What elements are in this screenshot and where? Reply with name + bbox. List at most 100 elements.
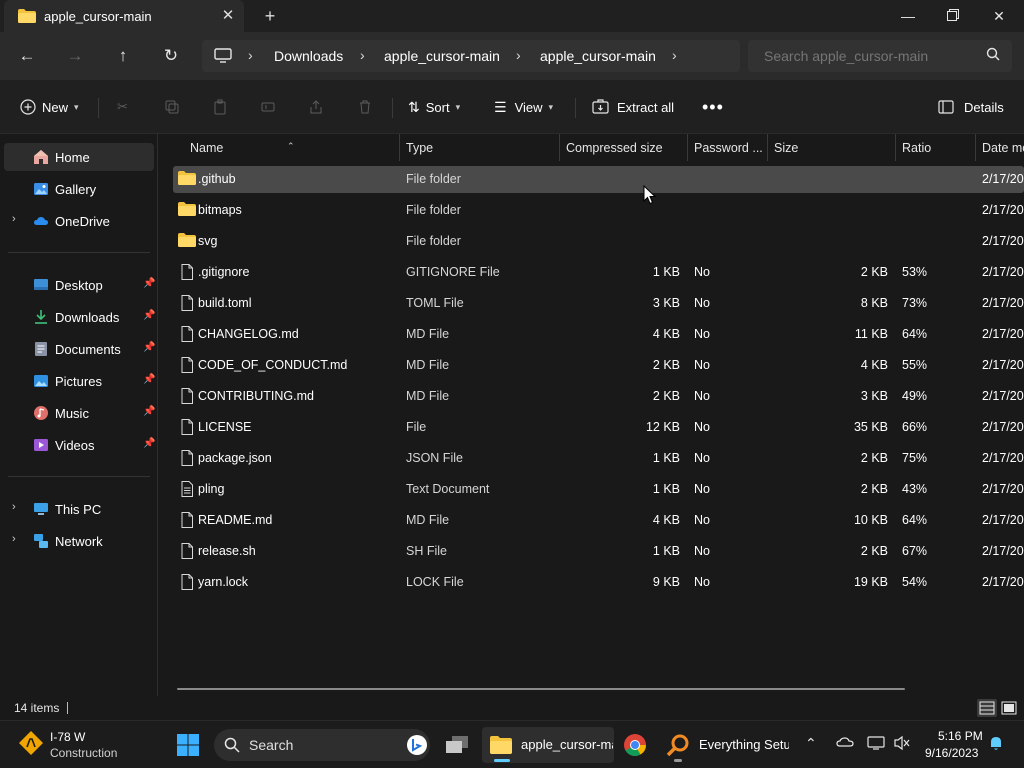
forward-button[interactable]: →: [62, 44, 88, 68]
table-row[interactable]: .github File folder 2/17/202: [173, 166, 1024, 193]
file-name: README.md: [198, 513, 273, 527]
breadcrumb-downloads[interactable]: Downloads: [274, 48, 343, 64]
magnifier-app-icon: [666, 734, 689, 757]
sidebar-item-downloads[interactable]: Downloads 📌: [4, 303, 155, 331]
sidebar-item-music[interactable]: Music 📌: [4, 399, 155, 427]
copy-icon[interactable]: [164, 96, 180, 118]
clock-time[interactable]: 5:16 PM: [938, 729, 983, 743]
start-button[interactable]: [172, 727, 204, 763]
taskbar-everything-setup[interactable]: Everything Setu: [660, 727, 790, 763]
more-options-icon[interactable]: •••: [702, 96, 724, 118]
paste-icon[interactable]: [212, 96, 228, 118]
taskbar-search[interactable]: Search: [214, 729, 430, 761]
share-icon[interactable]: [308, 96, 324, 118]
details-view-button[interactable]: [977, 699, 997, 717]
notification-bell-icon[interactable]: [988, 735, 1004, 754]
file-type: GITIGNORE File: [406, 265, 500, 279]
sidebar-item-videos[interactable]: Videos 📌: [4, 431, 155, 459]
column-type[interactable]: Type: [406, 141, 433, 155]
back-button[interactable]: ←: [14, 44, 40, 68]
table-row[interactable]: CODE_OF_CONDUCT.md MD File 2 KB No 4 KB 55% 2/…: [173, 352, 1024, 379]
onedrive-tray-icon[interactable]: [836, 735, 854, 752]
traffic-warning-icon[interactable]: [18, 730, 44, 759]
table-row[interactable]: bitmaps File folder 2/17/202: [173, 197, 1024, 224]
clock-date[interactable]: 9/16/2023: [925, 746, 978, 760]
sidebar-item-gallery[interactable]: Gallery: [4, 175, 154, 203]
sidebar-item-desktop[interactable]: Desktop 📌: [4, 271, 155, 299]
weather-subtitle[interactable]: Construction: [50, 746, 117, 760]
view-button[interactable]: ☰ View ▾: [494, 96, 553, 118]
taskbar-file-explorer[interactable]: apple_cursor-main: [482, 727, 614, 763]
sort-button[interactable]: ⇅ Sort ▾: [408, 96, 460, 118]
file-date-modified: 2/17/202: [982, 172, 1024, 186]
column-ratio[interactable]: Ratio: [902, 141, 931, 155]
column-headers: ⌃ Name Type Compressed size Password ...…: [159, 134, 1024, 161]
downloads-icon: [35, 310, 47, 324]
address-bar[interactable]: › Downloads › apple_cursor-main › apple_…: [202, 40, 740, 72]
table-row[interactable]: release.sh SH File 1 KB No 2 KB 67% 2/17/202: [173, 538, 1024, 565]
file-ratio: 66%: [902, 420, 928, 434]
file-icon: [180, 388, 194, 407]
file-size: 8 KB: [860, 296, 888, 310]
column-password[interactable]: Password ...: [694, 141, 763, 155]
task-view-button[interactable]: [438, 727, 476, 763]
table-row[interactable]: yarn.lock LOCK File 9 KB No 19 KB 54% 2/17/202: [173, 569, 1024, 596]
new-tab-button[interactable]: +: [258, 5, 282, 27]
details-button[interactable]: Details: [938, 96, 1004, 118]
rename-icon[interactable]: [260, 96, 276, 118]
tab-close-icon[interactable]: ✕: [218, 6, 238, 26]
taskbar-chrome[interactable]: [618, 727, 652, 763]
column-date-modified[interactable]: Date mo: [982, 141, 1024, 155]
display-tray-icon[interactable]: [867, 735, 885, 754]
desktop-icon: [34, 279, 48, 290]
new-button[interactable]: New ▾: [20, 96, 79, 118]
table-row[interactable]: LICENSE File 12 KB No 35 KB 66% 2/17/202: [173, 414, 1024, 441]
column-compressed-size[interactable]: Compressed size: [566, 141, 663, 155]
volume-muted-icon[interactable]: [893, 735, 911, 754]
sidebar-item-onedrive[interactable]: › OneDrive: [4, 207, 154, 235]
breadcrumb-apple-cursor-main-current[interactable]: apple_cursor-main: [540, 48, 656, 64]
tiles-view-button[interactable]: [999, 699, 1019, 717]
table-row[interactable]: CONTRIBUTING.md MD File 2 KB No 3 KB 49% 2/17/…: [173, 383, 1024, 410]
sidebar-item-pictures[interactable]: Pictures 📌: [4, 367, 155, 395]
search-icon[interactable]: [986, 47, 1000, 64]
chevron-right-icon: ›: [360, 47, 365, 63]
file-type: MD File: [406, 513, 450, 527]
sidebar-item-documents[interactable]: Documents 📌: [4, 335, 155, 363]
table-row[interactable]: CHANGELOG.md MD File 4 KB No 11 KB 64% 2/17/20…: [173, 321, 1024, 348]
extract-all-button[interactable]: Extract all: [592, 96, 674, 118]
search-input[interactable]: [748, 40, 1012, 72]
refresh-button[interactable]: ↻: [158, 44, 184, 68]
sidebar-item-network[interactable]: › Network: [4, 527, 154, 555]
close-window-button[interactable]: ✕: [976, 0, 1022, 32]
sidebar-item-home[interactable]: Home: [4, 143, 154, 171]
horizontal-scrollbar[interactable]: [177, 688, 905, 690]
chevron-right-icon[interactable]: ›: [672, 47, 677, 63]
table-row[interactable]: README.md MD File 4 KB No 10 KB 64% 2/17/202: [173, 507, 1024, 534]
table-row[interactable]: pling Text Document 1 KB No 2 KB 43% 2/17/202: [173, 476, 1024, 503]
table-row[interactable]: .gitignore GITIGNORE File 1 KB No 2 KB 53% 2/1…: [173, 259, 1024, 286]
chevron-up-icon[interactable]: ⌃: [805, 735, 817, 752]
restore-icon: [947, 9, 959, 21]
up-button[interactable]: ↑: [110, 44, 136, 68]
maximize-button[interactable]: [930, 0, 976, 32]
breadcrumb-apple-cursor-main[interactable]: apple_cursor-main: [384, 48, 500, 64]
table-row[interactable]: package.json JSON File 1 KB No 2 KB 75% 2/17/2…: [173, 445, 1024, 472]
table-row[interactable]: svg File folder 2/17/202: [173, 228, 1024, 255]
file-name: yarn.lock: [198, 575, 249, 589]
file-type: File folder: [406, 203, 461, 217]
file-name: pling: [198, 482, 225, 496]
text-document-icon: [180, 481, 194, 500]
column-name[interactable]: Name: [190, 141, 223, 155]
cut-icon[interactable]: ✂: [117, 96, 128, 118]
column-size[interactable]: Size: [774, 141, 798, 155]
delete-icon[interactable]: [357, 96, 373, 118]
weather-title[interactable]: I-78 W: [50, 730, 85, 744]
minimize-button[interactable]: —: [885, 0, 931, 32]
tab-apple-cursor-main[interactable]: apple_cursor-main ✕: [4, 0, 244, 32]
file-size: 2 KB: [860, 265, 888, 279]
sidebar-item-this-pc[interactable]: › This PC: [4, 495, 154, 523]
table-row[interactable]: build.toml TOML File 3 KB No 8 KB 73% 2/17/202: [173, 290, 1024, 317]
file-password: No: [694, 389, 710, 403]
details-view-icon: [979, 701, 995, 715]
